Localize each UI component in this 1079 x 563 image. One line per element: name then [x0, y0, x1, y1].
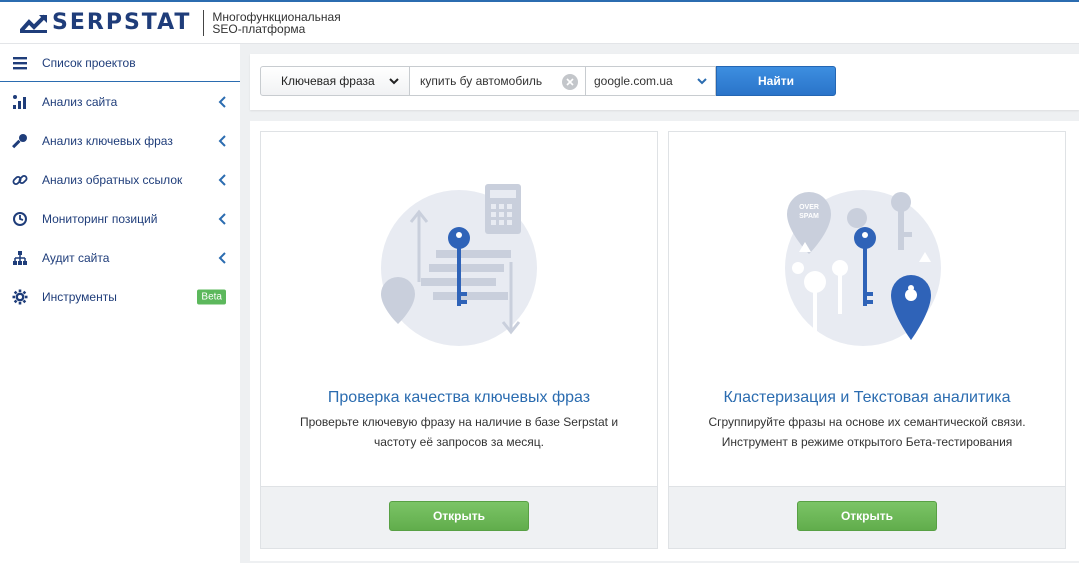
chevron-left-icon [218, 212, 226, 225]
chevron-left-icon [218, 95, 226, 108]
menu-icon [12, 55, 28, 71]
find-button[interactable]: Найти [716, 66, 836, 96]
chevron-left-icon [218, 251, 226, 264]
sidebar-item-label: Список проектов [42, 55, 136, 70]
chart-icon [12, 94, 28, 110]
search-engine-value: google.com.ua [594, 74, 673, 88]
card-footer: Открыть [669, 486, 1065, 548]
logo-divider [203, 9, 205, 36]
link-icon [12, 172, 28, 188]
sidebar-item-site-audit[interactable]: Аудит сайта [0, 238, 240, 277]
sidebar-item-keyword-analysis[interactable]: Анализ ключевых фраз [0, 121, 240, 160]
card-description: Сгруппируйте фразы на основе их семантич… [699, 412, 1035, 452]
tools-panel: Проверка качества ключевых фраз Проверьт… [250, 121, 1079, 561]
beta-badge: Beta [197, 289, 226, 304]
chevron-down-icon [389, 78, 399, 85]
logo-text: SERPSTAT [52, 10, 192, 35]
logo-tagline: Многофункциональная SEO-платформа [212, 11, 362, 35]
sidebar-item-label: Анализ сайта [42, 94, 118, 109]
tool-card-clustering: OVER SPAM Кластеризация и Текстовая анал… [668, 131, 1066, 549]
open-button[interactable]: Открыть [797, 501, 937, 531]
card-desc-line-2: Инструмент в режиме открытого Бета-тести… [721, 435, 1013, 449]
logo-chart-icon [20, 14, 47, 33]
card-desc-line-2: частоту её запросов за месяц. [373, 435, 545, 449]
serpstat-logo[interactable]: SERPSTAT Многофункциональная SEO-платфор… [20, 8, 362, 38]
sidebar-item-projects[interactable]: Список проектов [0, 44, 240, 82]
sidebar-item-label: Мониторинг позиций [42, 211, 158, 226]
card-footer: Открыть [261, 486, 657, 548]
clustering-illustration: OVER SPAM [785, 190, 941, 346]
search-type-value: Ключевая фраза [281, 74, 375, 88]
sidebar-item-label: Аудит сайта [42, 250, 110, 265]
search-engine-select[interactable]: google.com.ua [586, 66, 716, 96]
card-desc-line-1: Проверьте ключевую фразу на наличие в ба… [299, 415, 619, 429]
sidebar-item-site-analysis[interactable]: Анализ сайта [0, 82, 240, 121]
top-header: SERPSTAT Многофункциональная SEO-платфор… [0, 0, 1079, 44]
card-title: Кластеризация и Текстовая аналитика [723, 389, 1011, 406]
search-input-value: купить бу автомобиль [420, 74, 543, 88]
sidebar-item-rank-tracking[interactable]: Мониторинг позиций [0, 199, 240, 238]
chevron-down-icon [697, 78, 707, 85]
sidebar-item-backlinks[interactable]: Анализ обратных ссылок [0, 160, 240, 199]
open-button[interactable]: Открыть [389, 501, 529, 531]
sidebar-item-label: Инструменты [42, 289, 117, 304]
sidebar-item-tools[interactable]: Инструменты Beta [0, 277, 240, 316]
card-title: Проверка качества ключевых фраз [327, 389, 591, 406]
gear-icon [12, 289, 28, 305]
key-icon [12, 133, 28, 149]
sidebar-item-label: Анализ ключевых фраз [42, 133, 173, 148]
clear-icon[interactable] [562, 74, 578, 90]
sitemap-icon [12, 250, 28, 266]
card-description: Проверьте ключевую фразу на наличие в ба… [291, 412, 627, 452]
tool-card-keyword-quality: Проверка качества ключевых фраз Проверьт… [260, 131, 658, 549]
card-desc-line-1: Сгруппируйте фразы на основе их семантич… [708, 415, 1026, 429]
sidebar: Список проектов Анализ сайта Анализ ключ… [0, 44, 240, 563]
search-form: Ключевая фраза купить бу автомобиль goog… [260, 66, 836, 96]
search-type-select[interactable]: Ключевая фраза [260, 66, 410, 96]
search-panel: Ключевая фраза купить бу автомобиль goog… [250, 54, 1079, 110]
overspam-tag-line-2: SPAM [799, 213, 819, 220]
tagline-line-2: SEO-платформа [212, 21, 306, 36]
search-input[interactable]: купить бу автомобиль [410, 66, 586, 96]
clock-icon [12, 211, 28, 227]
chevron-left-icon [218, 173, 226, 186]
overspam-tag-line-1: OVER [799, 204, 819, 211]
sidebar-item-label: Анализ обратных ссылок [42, 172, 183, 187]
chevron-left-icon [218, 134, 226, 147]
keyword-quality-illustration [381, 184, 537, 346]
